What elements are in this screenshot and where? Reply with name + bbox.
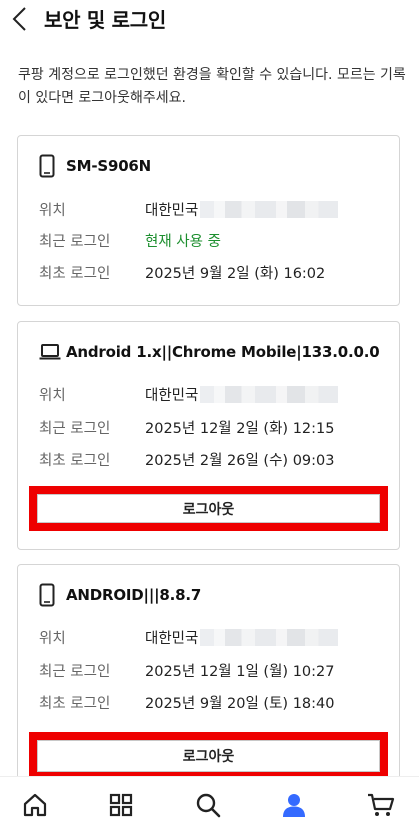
- first-login-label: 최초 로그인: [39, 265, 111, 282]
- first-login-value: 2025년 2월 26일 (수) 09:03: [145, 452, 335, 469]
- first-login-value: 2025년 9월 20일 (토) 18:40: [145, 695, 335, 712]
- recent-login-value: 2025년 12월 1일 (월) 10:27: [145, 663, 335, 680]
- device-card: Android 1.x||Chrome Mobile|133.0.0.0 위치 …: [17, 321, 400, 550]
- location-row: 위치 대한민국: [39, 384, 339, 405]
- smartphone-icon: [39, 154, 61, 178]
- my-account-icon: [283, 794, 305, 817]
- intro-text: 쿠팡 계정으로 로그인했던 환경을 확인할 수 있습니다. 모르는 기록이 있다…: [18, 67, 406, 106]
- first-login-value: 2025년 9월 2일 (화) 16:02: [145, 265, 326, 282]
- logout-button-label: 로그아웃: [37, 494, 380, 523]
- device-name: Android 1.x||Chrome Mobile|133.0.0.0: [66, 343, 380, 361]
- laptop-icon: [39, 340, 61, 364]
- location-value: 대한민국: [145, 199, 339, 220]
- recent-login-label: 최근 로그인: [39, 663, 111, 680]
- tab-search[interactable]: [193, 790, 223, 820]
- smartphone-icon: [39, 583, 61, 607]
- chevron-left-icon: [12, 7, 26, 31]
- first-login-row: 최초 로그인 2025년 9월 20일 (토) 18:40: [39, 692, 334, 712]
- location-label: 위치: [39, 202, 66, 219]
- device-header: Android 1.x||Chrome Mobile|133.0.0.0: [39, 340, 380, 364]
- first-login-row: 최초 로그인 2025년 2월 26일 (수) 09:03: [39, 449, 334, 469]
- redacted-location: [200, 628, 339, 646]
- location-value: 대한민국: [145, 627, 339, 648]
- redacted-location: [200, 200, 339, 218]
- first-login-row: 최초 로그인 2025년 9월 2일 (화) 16:02: [39, 262, 325, 282]
- recent-login-row: 최근 로그인 2025년 12월 2일 (화) 12:15: [39, 417, 334, 437]
- location-value: 대한민국: [145, 384, 339, 405]
- back-button[interactable]: [8, 4, 34, 34]
- redacted-location: [200, 385, 339, 403]
- categories-grid-icon: [109, 793, 133, 817]
- location-row: 위치 대한민국: [39, 199, 339, 220]
- tab-home[interactable]: [20, 790, 50, 820]
- first-login-label: 최초 로그인: [39, 452, 111, 469]
- logout-button[interactable]: 로그아웃: [29, 732, 388, 780]
- location-label: 위치: [39, 387, 66, 404]
- recent-login-value: 2025년 12월 2일 (화) 12:15: [145, 420, 335, 437]
- location-label: 위치: [39, 630, 66, 647]
- logout-button-label: 로그아웃: [37, 740, 380, 772]
- page-header: 보안 및 로그인: [0, 0, 419, 40]
- device-name: ANDROID|||8.8.7: [66, 586, 202, 604]
- cart-icon: [368, 793, 395, 816]
- device-card: ANDROID|||8.8.7 위치 대한민국 최근 로그인 2025년 12월…: [17, 564, 400, 804]
- tab-cart[interactable]: [366, 790, 396, 820]
- page-title: 보안 및 로그인: [44, 8, 166, 32]
- device-header: SM-S906N: [39, 154, 151, 178]
- home-icon: [23, 793, 47, 817]
- first-login-label: 최초 로그인: [39, 695, 111, 712]
- device-name: SM-S906N: [66, 157, 152, 175]
- recent-login-label: 최근 로그인: [39, 420, 111, 437]
- tab-categories[interactable]: [106, 790, 136, 820]
- recent-login-row: 최근 로그인 현재 사용 중: [39, 230, 221, 250]
- tab-my-account[interactable]: [279, 790, 309, 820]
- bottom-tab-bar: [0, 776, 419, 831]
- current-session-status: 현재 사용 중: [145, 233, 221, 250]
- recent-login-row: 최근 로그인 2025년 12월 1일 (월) 10:27: [39, 660, 334, 680]
- logout-button[interactable]: 로그아웃: [29, 486, 388, 531]
- device-card: SM-S906N 위치 대한민국 최근 로그인 현재 사용 중 최초 로그인 2…: [17, 135, 400, 306]
- device-header: ANDROID|||8.8.7: [39, 583, 201, 607]
- recent-login-label: 최근 로그인: [39, 233, 111, 250]
- search-icon: [196, 793, 221, 818]
- location-row: 위치 대한민국: [39, 627, 339, 648]
